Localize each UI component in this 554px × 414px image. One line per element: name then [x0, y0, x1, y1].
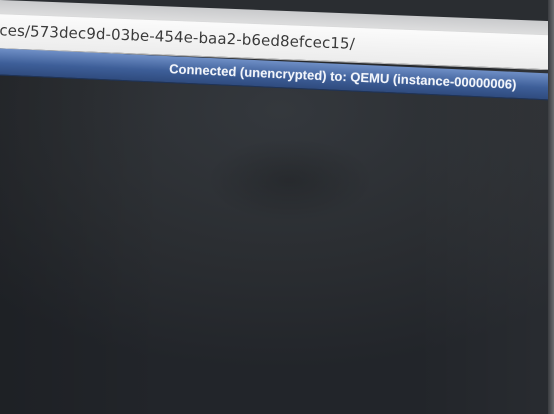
- url-text[interactable]: ces/573dec9d-03be-454e-baa2-b6ed8efcec15…: [0, 21, 355, 53]
- vnc-console-canvas[interactable]: [0, 70, 554, 414]
- monitor-bezel: [548, 0, 554, 414]
- console-shade: [0, 70, 554, 414]
- screen: ces/573dec9d-03be-454e-baa2-b6ed8efcec15…: [0, 0, 554, 414]
